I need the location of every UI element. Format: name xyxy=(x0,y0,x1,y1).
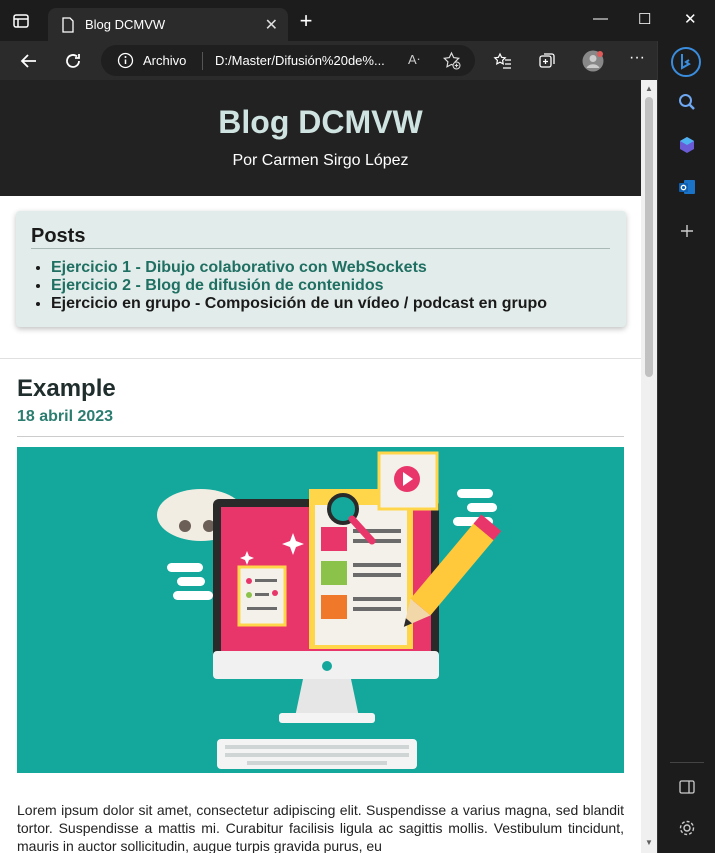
outlook-icon[interactable] xyxy=(677,177,697,197)
article-body: Lorem ipsum dolor sit amet, consectetur … xyxy=(17,802,624,853)
site-title: Blog DCMVW xyxy=(218,104,423,140)
split-screen-icon[interactable] xyxy=(677,777,697,797)
new-tab-button[interactable]: + xyxy=(296,10,316,32)
copilot-icon[interactable] xyxy=(677,135,697,155)
page-scrollbar[interactable]: ▲ ▼ xyxy=(641,80,657,853)
article-title: Example xyxy=(17,375,116,402)
add-favorite-icon[interactable] xyxy=(442,51,461,70)
posts-list: Ejercicio 1 - Dibujo colaborativo con We… xyxy=(51,259,547,313)
copilot-bing-icon[interactable] xyxy=(670,46,702,78)
address-bar[interactable]: Archivo D:/Master/Difusión%20de%... Aᐧ xyxy=(101,45,475,76)
article-date: 18 abril 2023 xyxy=(17,408,114,425)
post-item: Ejercicio 1 - Dibujo colaborativo con We… xyxy=(51,259,547,277)
page-icon xyxy=(62,17,74,33)
url-text[interactable]: D:/Master/Difusión%20de%... xyxy=(215,53,385,68)
post-link-2[interactable]: Ejercicio 2 - Blog de difusión de conten… xyxy=(51,277,383,294)
scroll-thumb[interactable] xyxy=(645,97,653,377)
tab-title: Blog DCMVW xyxy=(85,17,166,32)
posts-panel: Posts Ejercicio 1 - Dibujo colaborativo … xyxy=(16,211,626,327)
article-illustration xyxy=(17,447,624,773)
refresh-icon[interactable] xyxy=(62,50,84,72)
profile-avatar-icon[interactable] xyxy=(582,50,604,72)
scroll-up-icon[interactable]: ▲ xyxy=(645,84,653,93)
add-icon[interactable] xyxy=(677,221,697,241)
collections-icon[interactable] xyxy=(537,51,557,71)
sidebar-divider xyxy=(670,762,704,763)
posts-heading: Posts xyxy=(31,225,86,247)
posts-divider xyxy=(31,248,610,249)
computer-illustration-icon xyxy=(17,447,624,773)
article-divider xyxy=(17,436,624,437)
post-item-current: Ejercicio en grupo - Composición de un v… xyxy=(51,295,547,313)
site-subtitle: Por Carmen Sirgo López xyxy=(232,152,409,169)
minimize-icon[interactable]: — xyxy=(593,10,608,27)
close-tab-icon[interactable]: ✕ xyxy=(265,15,278,35)
site-header: Blog DCMVW Por Carmen Sirgo López xyxy=(0,80,641,196)
scroll-down-icon[interactable]: ▼ xyxy=(645,838,653,847)
article: Example 18 abril 2023 Lorem ipsum dolor … xyxy=(0,358,641,853)
read-aloud-icon[interactable]: Aᐧ xyxy=(408,52,420,68)
address-divider xyxy=(202,52,203,70)
post-link-1[interactable]: Ejercicio 1 - Dibujo colaborativo con We… xyxy=(51,259,427,276)
post-item: Ejercicio 2 - Blog de difusión de conten… xyxy=(51,277,547,295)
browser-titlebar: Blog DCMVW ✕ + — ☐ ✕ xyxy=(0,0,715,41)
settings-gear-icon[interactable] xyxy=(677,818,697,838)
info-icon[interactable] xyxy=(117,52,134,69)
close-window-icon[interactable]: ✕ xyxy=(684,10,697,28)
browser-tab[interactable]: Blog DCMVW ✕ xyxy=(48,8,288,41)
workspaces-icon[interactable] xyxy=(12,12,30,30)
page-viewport[interactable]: Blog DCMVW Por Carmen Sirgo López Posts … xyxy=(0,80,657,853)
back-icon[interactable] xyxy=(18,50,40,72)
search-icon[interactable] xyxy=(677,92,697,112)
file-label: Archivo xyxy=(143,53,187,68)
more-menu-icon[interactable]: ··· xyxy=(629,49,649,69)
toolbar: Archivo D:/Master/Difusión%20de%... Aᐧ ·… xyxy=(0,41,657,80)
favorites-icon[interactable] xyxy=(493,51,513,71)
edge-sidebar xyxy=(657,41,715,853)
maximize-icon[interactable]: ☐ xyxy=(638,10,651,28)
